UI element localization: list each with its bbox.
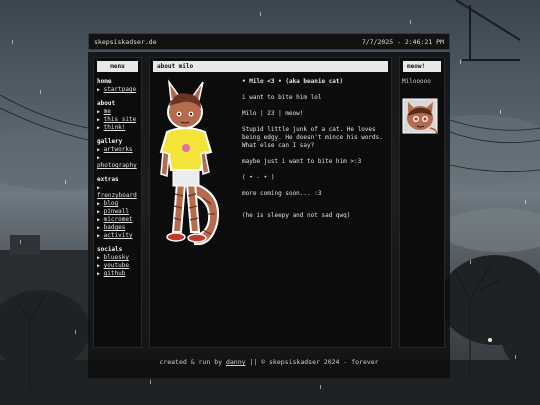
about-paragraph: Stupid little junk of a cat. He loves be… — [242, 126, 383, 149]
arrow-right-icon: ▶ — [97, 109, 101, 115]
footer: created & run by danny || © skepsiskadse… — [88, 352, 450, 372]
arrow-right-icon: ▶ — [97, 201, 101, 207]
arrow-right-icon: ▶ — [97, 263, 101, 269]
site-window: skepsiskadser.de 7/7/2025 - 2:46:21 PM m… — [88, 33, 450, 378]
menu-link-startpage[interactable]: ▶ startpage — [97, 86, 138, 94]
arrow-right-icon: ▶ — [97, 87, 101, 93]
arrow-right-icon: ▶ — [97, 255, 101, 261]
about-paragraph: i want to bite him lol — [242, 94, 322, 101]
menu-link-blog[interactable]: ▶ blog — [97, 200, 138, 208]
arrow-right-icon: ▶ — [97, 225, 101, 231]
arrow-right-icon: ▶ — [97, 271, 101, 277]
menu-link-micromet[interactable]: ▶ micromet — [97, 216, 138, 224]
menu-section-gallery: gallery — [97, 138, 123, 145]
clock: 7/7/2025 - 2:46:21 PM — [361, 37, 444, 46]
menu-section-socials: socials — [97, 246, 123, 253]
menu-link-youtube[interactable]: ▶ youtube — [97, 262, 138, 270]
arrow-right-icon: ▶ — [97, 147, 101, 153]
character-illustration — [159, 79, 219, 246]
arrow-right-icon: ▶ — [97, 217, 101, 223]
menu-link-github[interactable]: ▶ github — [97, 270, 138, 278]
menu-link-activity[interactable]: ▶ activity — [97, 232, 138, 240]
arrow-right-icon: ▶ — [97, 209, 101, 215]
footer-copyright: || © skepsiskadser 2024 - forever — [249, 358, 379, 366]
menu-link-pinwall[interactable]: ▶ pinwall — [97, 208, 138, 216]
arrow-right-icon: ▶ — [97, 185, 101, 191]
meow-panel: meow! Milooooo — [399, 57, 445, 348]
arrow-right-icon: ▶ — [97, 117, 101, 123]
about-paragraph: more coming soon... :3 — [242, 190, 322, 197]
about-paragraph: (he is sleepy and not sad qwq) — [242, 212, 351, 219]
menu-link-artworks[interactable]: ▶ artworks — [97, 146, 138, 154]
content-title: about milo — [153, 61, 388, 72]
about-paragraph: Milo | 23 | meow! — [242, 110, 304, 117]
footer-prefix: created & run by — [159, 358, 223, 366]
about-text: • Milo <3 • (aka beanie cat) i want to b… — [242, 78, 390, 228]
top-bar: skepsiskadser.de 7/7/2025 - 2:46:21 PM — [88, 33, 450, 50]
menu-link-me[interactable]: ▶ me — [97, 108, 138, 116]
menu-section-extras: extras — [97, 176, 119, 183]
about-paragraph: maybe just i want to bite him >:3 — [242, 158, 362, 165]
menu-link-think[interactable]: ▶ think! — [97, 124, 138, 132]
content-panel: about milo • Milo <3 • (aka beanie cat) … — [149, 57, 392, 348]
about-paragraph: ( • - • ) — [242, 174, 275, 181]
menu-title: menu — [97, 61, 138, 72]
menu-link-bluesky[interactable]: ▶ bluesky — [97, 254, 138, 262]
footer-author-link[interactable]: danny — [226, 358, 246, 366]
menu-link-this-site[interactable]: ▶ this site — [97, 116, 138, 124]
menu-list: home ▶ startpage about ▶ me ▶ this site … — [94, 72, 141, 278]
arrow-right-icon: ▶ — [97, 125, 101, 131]
arrow-right-icon: ▶ — [97, 233, 101, 239]
menu-panel: menu home ▶ startpage about ▶ me ▶ this … — [93, 57, 142, 348]
menu-section-home: home — [97, 78, 112, 85]
meow-title: meow! — [403, 61, 441, 72]
arrow-right-icon: ▶ — [97, 155, 101, 161]
about-heading: • Milo <3 • (aka beanie cat) — [242, 78, 344, 85]
site-name[interactable]: skepsiskadser.de — [94, 38, 157, 46]
milo-avatar — [402, 98, 438, 135]
menu-link-frenzyboard[interactable]: ▶ frenzyboard — [97, 184, 138, 200]
menu-link-photography[interactable]: ▶ photography — [97, 154, 138, 170]
meow-subtitle: Milooooo — [402, 78, 431, 85]
main-frame: menu home ▶ startpage about ▶ me ▶ this … — [88, 52, 450, 378]
menu-link-badges[interactable]: ▶ badges — [97, 224, 138, 232]
menu-section-about: about — [97, 100, 116, 107]
